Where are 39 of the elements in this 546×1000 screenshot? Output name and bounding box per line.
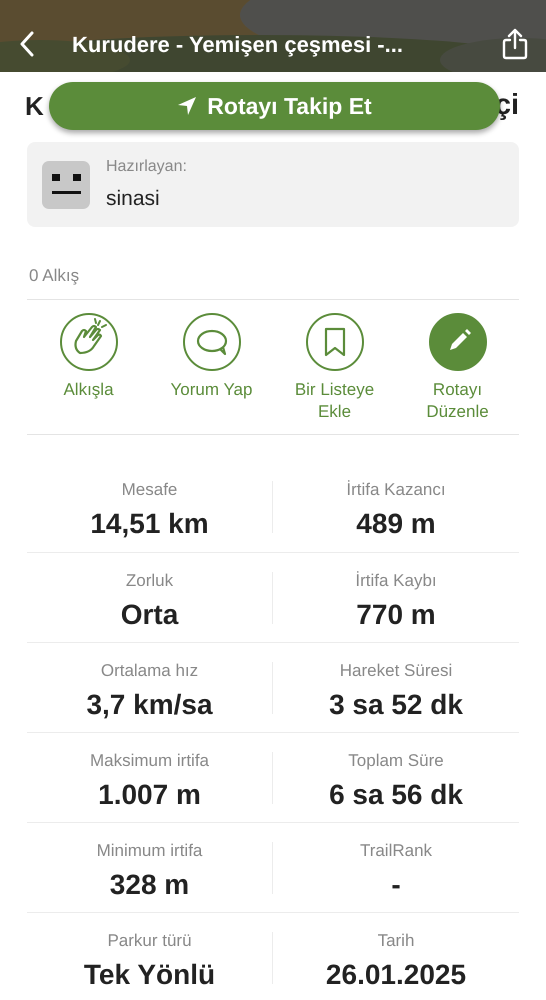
stat-label: Tarih xyxy=(378,930,414,950)
header-title: Kurudere - Yemişen çeşmesi -... xyxy=(72,30,403,59)
stat-label: TrailRank xyxy=(360,840,432,860)
stat-label: İrtifa Kazancı xyxy=(346,480,446,500)
action-button[interactable]: Alkışla xyxy=(27,313,150,434)
applause-count: 0 Alkış xyxy=(28,265,80,285)
action-button[interactable]: Yorum Yap xyxy=(150,313,273,434)
stat-label: Zorluk xyxy=(126,570,174,590)
stat-label: Parkur türü xyxy=(107,930,192,950)
stat-label: Minimum irtifa xyxy=(96,840,202,860)
stat-value: 14,51 km xyxy=(90,508,209,540)
action-button[interactable]: Rotayı Düzenle xyxy=(396,313,519,434)
stat-value: 6 sa 56 dk xyxy=(329,778,463,810)
author-label: Hazırlayan: xyxy=(106,156,187,177)
stat-value: 3,7 km/sa xyxy=(86,688,213,720)
page-title: K xyxy=(25,90,44,122)
stat-label: Hareket Süresi xyxy=(340,660,452,680)
stat-value: 26.01.2025 xyxy=(326,958,466,990)
share-icon xyxy=(502,28,528,60)
author-name: sinasi xyxy=(106,186,161,212)
stat-value: - xyxy=(391,868,401,900)
stat-value: 1.007 m xyxy=(98,778,201,810)
stat-label: Mesafe xyxy=(122,480,178,500)
stat-value: 3 sa 52 dk xyxy=(329,688,463,720)
stat-label: İrtifa Kaybı xyxy=(355,570,437,590)
avatar-icon xyxy=(42,160,90,208)
stat-value: 489 m xyxy=(356,508,436,540)
navigation-arrow-icon xyxy=(177,96,198,116)
stat-value: Tek Yönlü xyxy=(84,958,216,990)
share-button[interactable] xyxy=(500,27,530,61)
stat-label: Toplam Süre xyxy=(348,750,444,770)
action-button[interactable]: Bir Listeye Ekle xyxy=(273,313,396,434)
back-icon xyxy=(20,31,34,57)
follow-route-button[interactable]: Rotayı Takip Et xyxy=(49,82,500,130)
stat-label: Maksimum irtifa xyxy=(90,750,209,770)
stat-label: Ortalama hız xyxy=(100,660,198,680)
stat-value: Orta xyxy=(120,598,178,630)
stat-value: 770 m xyxy=(356,598,436,630)
stat-value: 328 m xyxy=(110,868,190,900)
